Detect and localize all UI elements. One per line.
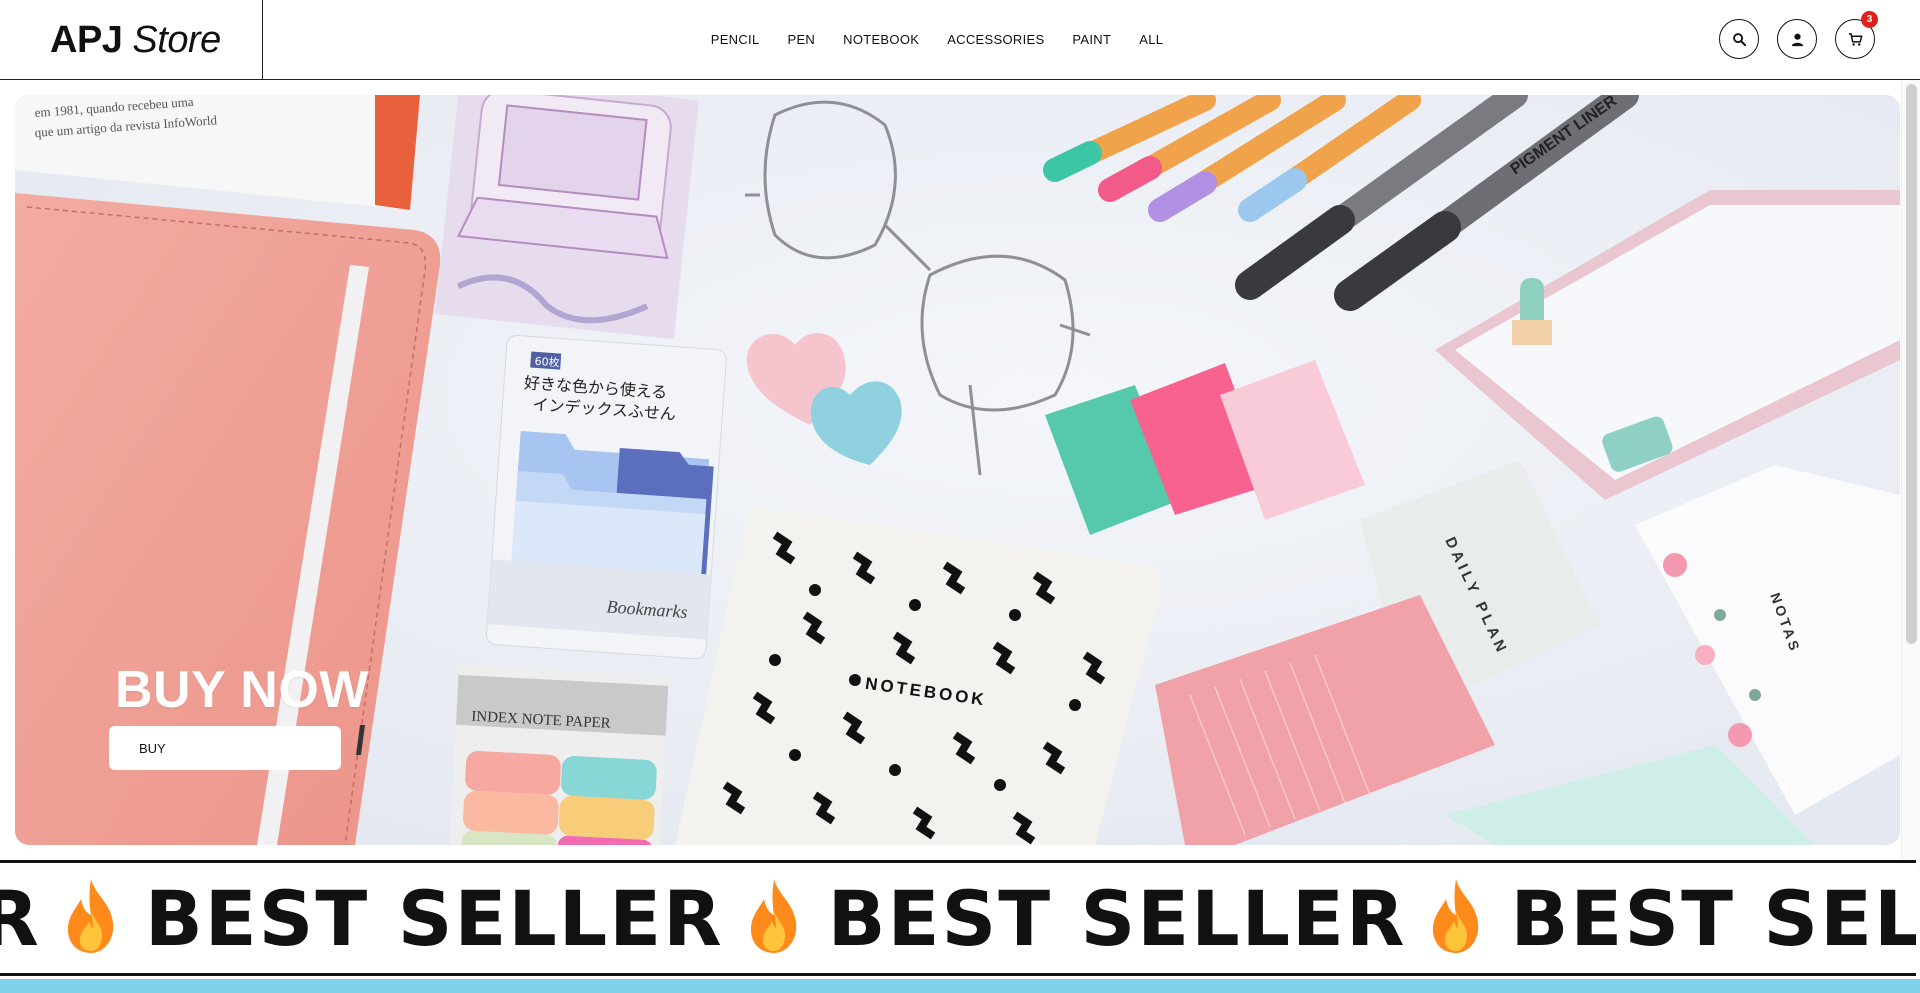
index-note-paper: INDEX NOTE PAPER (449, 664, 669, 845)
nav-item-pen[interactable]: PEN (773, 32, 829, 47)
fire-icon (742, 877, 806, 960)
brand-name: APJ Store (50, 21, 221, 59)
marquee-item: BEST SELLER (59, 874, 742, 963)
account-button[interactable] (1777, 19, 1817, 59)
fire-icon (1424, 877, 1488, 960)
brand-strong: APJ (50, 19, 123, 61)
site-header: APJ Store PENCIL PEN NOTEBOOK ACCESSORIES… (0, 0, 1920, 80)
cart-icon (1848, 32, 1862, 46)
nav-item-paint[interactable]: PAINT (1058, 32, 1125, 47)
buy-button[interactable]: BUY (109, 726, 341, 770)
main-nav: PENCIL PEN NOTEBOOK ACCESSORIES PAINT AL… (0, 0, 1920, 78)
fire-icon (59, 877, 123, 960)
nav-item-accessories[interactable]: ACCESSORIES (933, 32, 1058, 47)
brand-logo[interactable]: APJ Store (0, 0, 263, 80)
nav-list: PENCIL PEN NOTEBOOK ACCESSORIES PAINT AL… (697, 32, 1178, 47)
nav-item-all[interactable]: ALL (1125, 32, 1177, 47)
cart-button[interactable]: 3 (1835, 11, 1878, 59)
nav-item-notebook[interactable]: NOTEBOOK (829, 32, 933, 47)
index-bookmarks: 60枚 好きな色から使える インデックスふせん Bookmarks (485, 335, 727, 660)
hero-title: BUY NOW (115, 661, 369, 719)
marquee-item: BEST SELLER (742, 874, 1425, 963)
marquee-item: BEST SELLER (1424, 874, 1916, 963)
search-icon (1732, 32, 1746, 46)
cart-count-badge: 3 (1861, 11, 1878, 28)
hero-banner: em 1981, quando recebeu uma que um artig… (15, 95, 1900, 845)
svg-text:60枚: 60枚 (534, 354, 560, 370)
brand-light: Store (132, 19, 221, 61)
bottom-section-strip (0, 979, 1920, 993)
marquee-item: BEST SELLER (0, 874, 59, 963)
marquee-text: BEST SELLER (827, 873, 1407, 963)
user-icon (1791, 33, 1803, 46)
scrollbar-thumb[interactable] (1906, 84, 1917, 644)
marquee-text: BEST SELLER (1510, 873, 1916, 963)
search-button[interactable] (1719, 19, 1759, 59)
best-seller-marquee: BEST SELLER BEST SELLER BEST SELLER BEST SE… (0, 860, 1916, 976)
page-scrollbar[interactable] (1901, 80, 1920, 870)
laptop-sticky-notes (435, 95, 699, 340)
marquee-text: BEST SELLER (144, 873, 724, 963)
nav-item-pencil[interactable]: PENCIL (697, 32, 774, 47)
marquee-track: BEST SELLER BEST SELLER BEST SELLER BEST SE… (0, 863, 1916, 973)
page: APJ Store PENCIL PEN NOTEBOOK ACCESSORIES… (0, 0, 1920, 993)
marquee-text: BEST SELLER (0, 874, 41, 963)
